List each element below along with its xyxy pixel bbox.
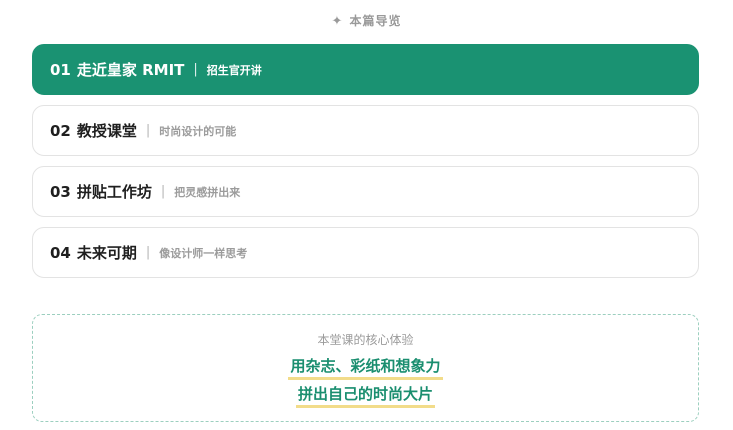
nav-item-title: 未来可期 [76,244,137,262]
nav-item-02[interactable]: 02 教授课堂 | 时尚设计的可能 [32,105,699,156]
nav-item-01[interactable]: 01 走近皇家 RMIT | 招生官开讲 [32,44,699,95]
sparkle-icon: ✦ [331,14,344,29]
nav-item-number: 03 [50,182,71,201]
nav-item-03[interactable]: 03 拼贴工作坊 | 把灵感拼出来 [32,166,699,217]
nav-item-subtitle: 招生官开讲 [206,63,262,77]
nav-header-label: 本篇导览 [349,14,402,28]
page: ✦ 本篇导览 01 走近皇家 RMIT | 招生官开讲 02 教授课堂 | 时尚设… [0,0,733,430]
nav-item-separator: | [160,184,166,199]
nav-item-separator: | [145,123,151,138]
core-experience-line-2: 拼出自己的时尚大片 [295,384,435,408]
nav-item-subtitle: 时尚设计的可能 [159,124,237,138]
nav-item-number: 04 [50,243,71,262]
nav-item-subtitle: 像设计师一样思考 [159,246,248,260]
nav-item-title: 走近皇家 RMIT [76,61,185,79]
nav-list: 01 走近皇家 RMIT | 招生官开讲 02 教授课堂 | 时尚设计的可能 0… [32,44,699,288]
core-experience-line-1: 用杂志、彩纸和想象力 [288,356,443,380]
nav-item-title: 教授课堂 [76,122,137,140]
core-experience-label: 本堂课的核心体验 [317,333,414,347]
nav-item-number: 02 [50,121,71,140]
nav-item-separator: | [193,62,198,77]
nav-item-04[interactable]: 04 未来可期 | 像设计师一样思考 [32,227,699,278]
nav-item-number: 01 [50,60,71,79]
nav-header: ✦ 本篇导览 [0,12,733,29]
nav-item-separator: | [145,245,151,260]
nav-item-subtitle: 把灵感拼出来 [174,185,241,199]
core-experience-box: 本堂课的核心体验 用杂志、彩纸和想象力 拼出自己的时尚大片 [32,314,699,422]
nav-item-title: 拼贴工作坊 [76,183,152,201]
